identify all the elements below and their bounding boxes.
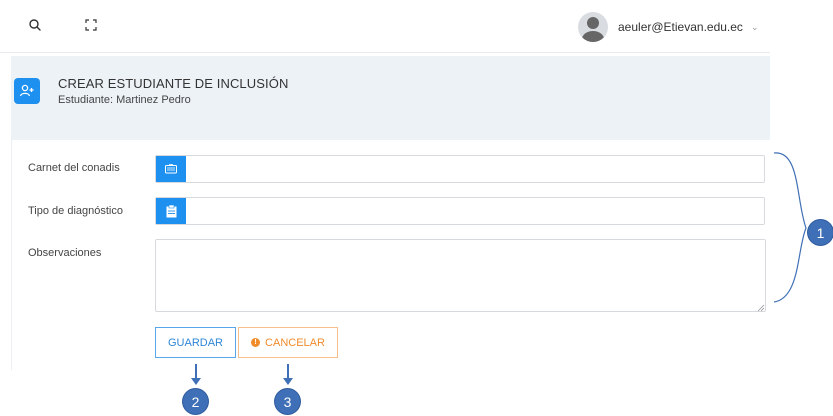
brace-annotation — [773, 152, 807, 303]
callout-2: 2 — [183, 389, 208, 414]
callout-1: 1 — [808, 220, 833, 245]
annotation-overlay — [191, 152, 807, 385]
arrow-2-head — [191, 378, 201, 385]
arrow-3-head — [283, 378, 293, 385]
callout-3: 3 — [275, 389, 300, 414]
